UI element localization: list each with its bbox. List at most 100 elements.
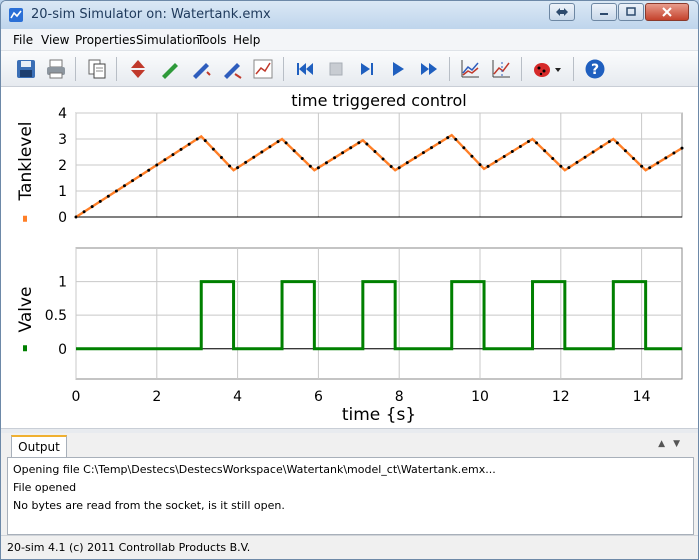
tanklevel-sample-point: [543, 149, 547, 153]
tanklevel-sample-point: [405, 161, 409, 165]
pen-green-icon: [162, 63, 178, 79]
tanklevel-sample-point: [268, 145, 272, 149]
maximize-button[interactable]: [618, 3, 644, 21]
tanklevel-sample-point: [470, 154, 474, 158]
chart-edit-button[interactable]: [250, 56, 276, 82]
collapse-up-icon[interactable]: ▲: [658, 439, 673, 449]
fast-forward-button[interactable]: [416, 56, 442, 82]
tanklevel-sample-point: [236, 166, 240, 170]
tanklevel-sample-point: [632, 157, 636, 160]
tanklevel-sample-point: [664, 156, 668, 160]
tanklevel-sample-point: [478, 163, 482, 167]
menu-properties[interactable]: Properties: [75, 33, 136, 47]
step-button[interactable]: [354, 56, 380, 82]
up-down-button[interactable]: [125, 56, 151, 82]
log-line: Opening file C:\Temp\Destecs\DestecsWork…: [13, 463, 496, 476]
tanklevel-sample-point: [599, 145, 603, 149]
tanklevel-sample-point: [486, 164, 490, 168]
expand-down-icon[interactable]: ▼: [673, 439, 688, 449]
title-bar: 20-sim Simulator on: Watertank.emx: [1, 1, 698, 29]
tanklevel-legend-marker: [23, 215, 27, 222]
close-icon: [662, 7, 672, 17]
tanklevel-sample-point: [389, 164, 393, 168]
plot-axis-button[interactable]: [488, 56, 514, 82]
tanklevel-sample-point: [526, 139, 530, 143]
tanklevel-sample-point: [640, 164, 644, 168]
save-button[interactable]: [13, 56, 39, 82]
svg-text:?: ?: [591, 62, 599, 78]
menu-simulation[interactable]: Simulation: [136, 33, 200, 47]
pen-edit-icon: [224, 63, 242, 79]
tanklevel-ytick-label: 2: [58, 158, 67, 174]
plot-properties-button[interactable]: [457, 56, 483, 82]
tanklevel-sample-point: [316, 166, 320, 170]
tanklevel-sample-point: [187, 142, 191, 146]
chart-title: time triggered control: [291, 91, 466, 110]
tanklevel-sample-point: [672, 151, 676, 155]
minimize-button[interactable]: [591, 3, 617, 21]
tanklevel-sample-point: [219, 156, 223, 160]
menu-help[interactable]: Help: [233, 33, 260, 47]
menu-bar: File View Properties Simulation Tools He…: [1, 29, 698, 51]
print-icon: [47, 59, 65, 79]
tanklevel-sample-point: [228, 164, 232, 168]
window-title: 20-sim Simulator on: Watertank.emx: [31, 7, 271, 22]
play-button[interactable]: [385, 56, 411, 82]
tanklevel-sample-point: [284, 141, 288, 145]
output-panel: Output ▲▼ Opening file C:\Temp\Destecs\D…: [7, 433, 694, 535]
tanklevel-sample-point: [333, 156, 337, 160]
status-bar: 20-sim 4.1 (c) 2011 Controllab Products …: [1, 535, 698, 559]
menu-view[interactable]: View: [41, 33, 69, 47]
app-icon: [9, 8, 23, 22]
tanklevel-sample-point: [106, 194, 110, 198]
tanklevel-sample-point: [324, 161, 328, 165]
tanklevel-sample-point: [300, 157, 304, 160]
tanklevel-sample-point: [373, 150, 377, 154]
menu-tools[interactable]: Tools: [197, 33, 227, 47]
debug-button[interactable]: [529, 56, 565, 82]
tanklevel-sample-point: [139, 173, 143, 177]
stop-button[interactable]: [323, 56, 349, 82]
tanklevel-sample-point: [276, 140, 280, 144]
tanklevel-sample-point: [607, 140, 611, 144]
valve-ytick-label: 0: [58, 342, 67, 358]
print-button[interactable]: [43, 56, 69, 82]
tanklevel-sample-point: [171, 153, 175, 157]
help-button[interactable]: ?: [582, 56, 608, 82]
close-button[interactable]: [645, 3, 689, 21]
restore-size-button[interactable]: [549, 3, 575, 21]
tanklevel-sample-point: [421, 151, 425, 155]
toolbar: ?: [1, 51, 698, 87]
pen-blue-button[interactable]: [188, 56, 214, 82]
x-tick-label: 4: [233, 389, 242, 405]
valve-ytick-label: 0.5: [45, 308, 67, 324]
tanklevel-sample-point: [155, 163, 159, 167]
skip-start-button[interactable]: [292, 56, 318, 82]
tanklevel-sample-point: [535, 141, 539, 145]
tanklevel-sample-point: [656, 161, 660, 165]
pen-edit-button[interactable]: [219, 56, 245, 82]
copy-button[interactable]: [84, 56, 110, 82]
output-tab[interactable]: Output: [11, 435, 67, 457]
tanklevel-sample-point: [252, 155, 256, 159]
tanklevel-ylabel-group: Tanklevel: [16, 121, 36, 201]
tanklevel-sample-point: [349, 146, 353, 150]
tanklevel-sample-point: [502, 154, 506, 158]
tanklevel-sample-point: [510, 149, 514, 153]
tanklevel-sample-point: [365, 142, 369, 146]
maximize-icon: [626, 7, 636, 16]
chart-edit-icon: [253, 59, 273, 79]
tanklevel-sample-point: [559, 164, 563, 168]
tanklevel-sample-point: [122, 184, 126, 188]
tanklevel-ylabel: Tanklevel: [16, 121, 36, 201]
x-tick-label: 6: [314, 389, 323, 405]
tanklevel-sample-point: [615, 141, 619, 145]
tanklevel-sample-point: [203, 139, 207, 143]
tanklevel-ytick-label: 0: [58, 210, 67, 226]
menu-file[interactable]: File: [13, 33, 33, 47]
pen-blue-icon: [193, 63, 211, 79]
pen-green-button[interactable]: [157, 56, 183, 82]
tanklevel-sample-point: [583, 155, 587, 159]
tanklevel-ytick-label: 3: [58, 132, 67, 148]
tanklevel-sample-point: [413, 156, 417, 160]
